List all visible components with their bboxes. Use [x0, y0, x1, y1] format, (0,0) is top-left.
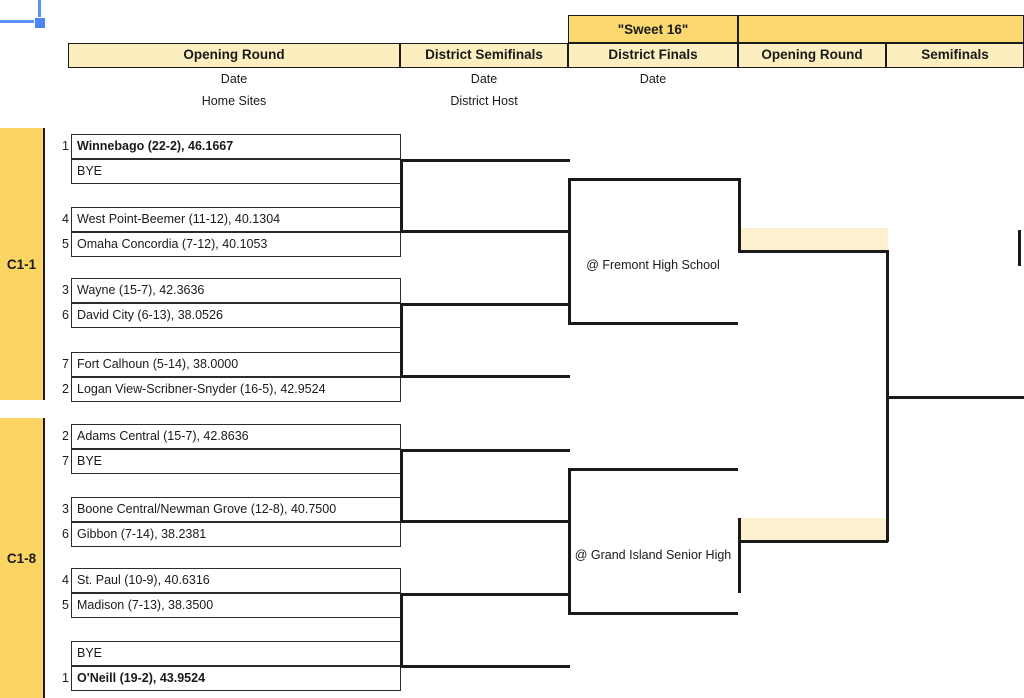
seed-number: 7: [62, 454, 69, 468]
team-slot[interactable]: BYE: [71, 449, 401, 474]
bracket-connector: [400, 159, 570, 162]
header-round-semifinals: Semifinals: [886, 43, 1024, 68]
bracket-connector: [400, 665, 570, 668]
seed-number: 3: [62, 502, 69, 516]
team-slot[interactable]: David City (6-13), 38.0526: [71, 303, 401, 328]
header-sweet16-label: "Sweet 16": [568, 15, 738, 43]
seed-number: 7: [62, 357, 69, 371]
bracket-connector: [400, 303, 570, 306]
team-slot[interactable]: Adams Central (15-7), 42.8636: [71, 424, 401, 449]
bracket-connector: [400, 230, 570, 233]
semifinal-advance-line: [886, 396, 1024, 399]
seed-number: 2: [62, 382, 69, 396]
header-date-opening: Date: [220, 72, 248, 86]
bracket-connector: [568, 178, 738, 181]
district-venue-label: @ Grand Island Senior High: [574, 548, 732, 562]
header-site-district-semifinals: District Host: [450, 94, 518, 108]
header-site-opening: Home Sites: [201, 94, 267, 108]
bracket-connector: [738, 518, 741, 593]
bracket-connector: [568, 322, 738, 325]
bracket-connector: [400, 593, 403, 668]
header-date-district-semifinals: Date: [470, 72, 498, 86]
district-label-c1-8: C1-8: [0, 418, 45, 698]
header-round-district-finals: District Finals: [568, 43, 738, 68]
seed-number: 5: [62, 598, 69, 612]
bracket-connector: [568, 468, 738, 471]
team-slot[interactable]: St. Paul (10-9), 40.6316: [71, 568, 401, 593]
bracket-connector: [400, 449, 403, 523]
bracket-connector: [400, 159, 403, 233]
team-slot[interactable]: Wayne (15-7), 42.3636: [71, 278, 401, 303]
team-slot[interactable]: BYE: [71, 641, 401, 666]
header-date-district-finals: Date: [639, 72, 667, 86]
header-sweet16-band-right: [738, 15, 1024, 43]
team-slot[interactable]: BYE: [71, 159, 401, 184]
team-slot[interactable]: Gibbon (7-14), 38.2381: [71, 522, 401, 547]
district-venue-label: @ Fremont High School: [586, 258, 720, 272]
bracket-connector: [568, 178, 571, 325]
bracket-edge-fragment: [1018, 230, 1021, 266]
seed-number: 1: [62, 139, 69, 153]
header-round-opening-2: Opening Round: [738, 43, 886, 68]
header-round-opening: Opening Round: [68, 43, 400, 68]
sweet16-winner-slot[interactable]: [738, 518, 888, 542]
team-slot[interactable]: O'Neill (19-2), 43.9524: [71, 666, 401, 691]
bracket-connector: [400, 375, 570, 378]
district-label-c1-1: C1-1: [0, 128, 45, 400]
team-slot[interactable]: Boone Central/Newman Grove (12-8), 40.75…: [71, 497, 401, 522]
team-slot[interactable]: Fort Calhoun (5-14), 38.0000: [71, 352, 401, 377]
bracket-connector: [738, 540, 888, 543]
bracket-connector: [400, 303, 403, 378]
team-slot[interactable]: Madison (7-13), 38.3500: [71, 593, 401, 618]
seed-number: 2: [62, 429, 69, 443]
bracket-connector: [400, 593, 570, 596]
team-slot[interactable]: Logan View-Scribner-Snyder (16-5), 42.95…: [71, 377, 401, 402]
seed-number: 4: [62, 573, 69, 587]
selection-corner-handle[interactable]: [34, 17, 46, 29]
bracket-connector: [400, 520, 570, 523]
team-slot[interactable]: Omaha Concordia (7-12), 40.1053: [71, 232, 401, 257]
bracket-connector: [400, 449, 570, 452]
selection-horizontal-line: [0, 20, 36, 23]
seed-number: 5: [62, 237, 69, 251]
header-round-district-semifinals: District Semifinals: [400, 43, 568, 68]
bracket-connector: [738, 178, 741, 253]
seed-number: 6: [62, 527, 69, 541]
seed-number: 3: [62, 283, 69, 297]
team-slot[interactable]: West Point-Beemer (11-12), 40.1304: [71, 207, 401, 232]
bracket-connector: [738, 250, 888, 253]
bracket-page: "Sweet 16" Opening Round District Semifi…: [0, 0, 1024, 698]
bracket-connector: [568, 612, 738, 615]
sweet16-winner-slot[interactable]: [738, 228, 888, 252]
seed-number: 6: [62, 308, 69, 322]
seed-number: 4: [62, 212, 69, 226]
seed-number: 1: [62, 671, 69, 685]
bracket-connector: [568, 468, 571, 615]
team-slot[interactable]: Winnebago (22-2), 46.1667: [71, 134, 401, 159]
